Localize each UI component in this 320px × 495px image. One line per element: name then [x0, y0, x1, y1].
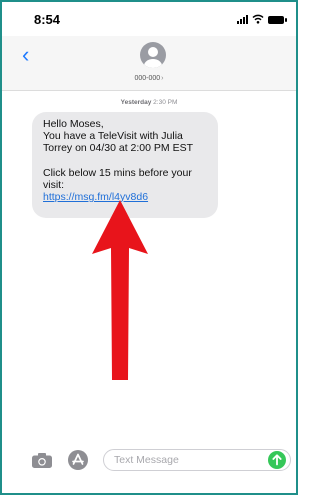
message-line: You have a TeleVisit with Julia [43, 130, 183, 143]
wifi-icon [252, 14, 264, 24]
message-input[interactable]: Text Message [103, 449, 291, 471]
message-line: Torrey on 04/30 at 2:00 PM EST [43, 142, 193, 155]
message-timestamp: Yesterday 2:30 PM [2, 99, 296, 106]
status-time: 8:54 [34, 12, 61, 27]
message-input-bar: Text Message [2, 444, 296, 493]
message-input-placeholder: Text Message [114, 454, 179, 466]
phone-screen: 8:54 ‹ 000-000› Yesterday 2:30 PM Hello … [0, 0, 298, 495]
timestamp-time: 2:30 PM [153, 99, 178, 106]
message-line: visit: [43, 178, 64, 191]
message-line: Click below 15 mins before your [43, 166, 192, 179]
camera-icon[interactable] [32, 453, 52, 468]
app-store-icon[interactable] [68, 450, 88, 470]
status-icons [237, 14, 287, 24]
chevron-right-icon: › [161, 75, 164, 82]
status-bar: 8:54 [2, 2, 296, 36]
chevron-left-icon[interactable]: ‹ [22, 44, 29, 66]
message-line: Hello Moses, [43, 118, 104, 130]
battery-icon [268, 16, 287, 24]
signal-icon [237, 14, 248, 24]
red-arrow-icon [92, 200, 148, 380]
contact-number: 000-000 [134, 75, 161, 82]
send-arrow-icon[interactable] [268, 451, 286, 469]
contact-name[interactable]: 000-000› [2, 75, 296, 82]
person-icon[interactable] [140, 42, 166, 68]
conversation-header: ‹ 000-000› [2, 36, 296, 91]
timestamp-day: Yesterday [120, 99, 152, 106]
